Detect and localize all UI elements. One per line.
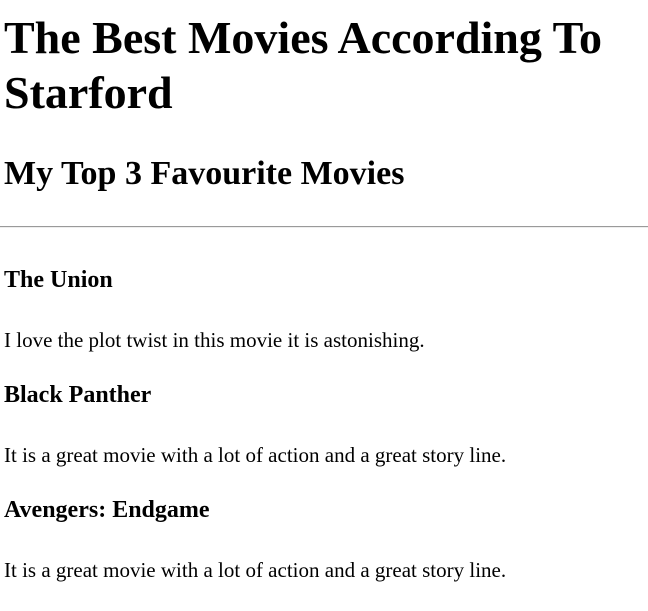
section-heading: My Top 3 Favourite Movies xyxy=(4,155,405,192)
movie-title: Black Panther xyxy=(4,382,152,408)
page-content: The Best Movies According To Starford My… xyxy=(0,10,648,228)
movie-description: I love the plot twist in this movie it i… xyxy=(4,328,425,352)
movie-list: The Union I love the plot twist in this … xyxy=(4,266,644,611)
divider xyxy=(0,226,648,228)
movie-item-black-panther: Black Panther It is a great movie with a… xyxy=(4,381,644,496)
movie-title: The Union xyxy=(4,267,113,293)
movie-item-the-union: The Union I love the plot twist in this … xyxy=(4,266,644,381)
page-title: The Best Movies According To Starford xyxy=(4,12,603,118)
movie-item-avengers-endgame: Avengers: Endgame It is a great movie wi… xyxy=(4,496,644,611)
movie-description: It is a great movie with a lot of action… xyxy=(4,558,507,582)
movie-description: It is a great movie with a lot of action… xyxy=(4,443,507,467)
movie-title: Avengers: Endgame xyxy=(4,497,210,523)
